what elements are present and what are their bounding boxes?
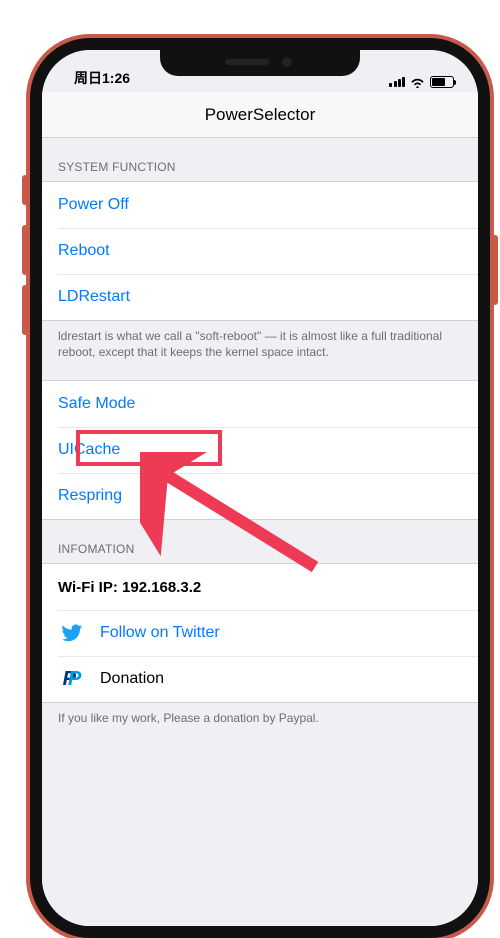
wifi-icon	[410, 76, 425, 88]
cell-ldrestart[interactable]: LDRestart	[42, 274, 478, 320]
section-header-system-function: SYSTEM FUNCTION	[42, 138, 478, 181]
cell-follow-twitter[interactable]: Follow on Twitter	[42, 610, 478, 656]
footer-ldrestart: ldrestart is what we call a "soft-reboot…	[42, 321, 478, 370]
cellular-signal-icon	[389, 77, 405, 87]
cell-wifi-ip: Wi-Fi IP: 192.168.3.2	[42, 564, 478, 610]
cell-power-off[interactable]: Power Off	[42, 182, 478, 228]
cell-respring[interactable]: Respring	[42, 473, 478, 519]
side-button-volume-up	[22, 225, 28, 275]
cell-donation[interactable]: PP Donation	[42, 656, 478, 702]
cell-uicache[interactable]: UICache	[42, 427, 478, 473]
battery-icon	[430, 76, 454, 88]
paypal-icon: PP	[58, 668, 86, 691]
side-button-volume-down	[22, 285, 28, 335]
cell-label: Follow on Twitter	[100, 624, 220, 642]
section-header-information: INFOMATION	[42, 520, 478, 563]
side-button-power	[492, 235, 498, 305]
cell-safe-mode[interactable]: Safe Mode	[42, 381, 478, 427]
phone-frame: 周日1:26 PowerSelector SYSTEM FUNCTION Pow…	[30, 38, 490, 938]
cell-reboot[interactable]: Reboot	[42, 228, 478, 274]
twitter-icon	[58, 622, 86, 644]
status-time: 周日1:26	[74, 68, 130, 88]
side-button-silent	[22, 175, 28, 205]
nav-bar: PowerSelector	[42, 92, 478, 138]
cell-label: Donation	[100, 670, 164, 688]
footer-donation: If you like my work, Please a donation b…	[42, 703, 478, 736]
page-title: PowerSelector	[205, 105, 316, 125]
content-scroll[interactable]: SYSTEM FUNCTION Power Off Reboot LDResta…	[42, 138, 478, 926]
device-notch	[160, 48, 360, 76]
